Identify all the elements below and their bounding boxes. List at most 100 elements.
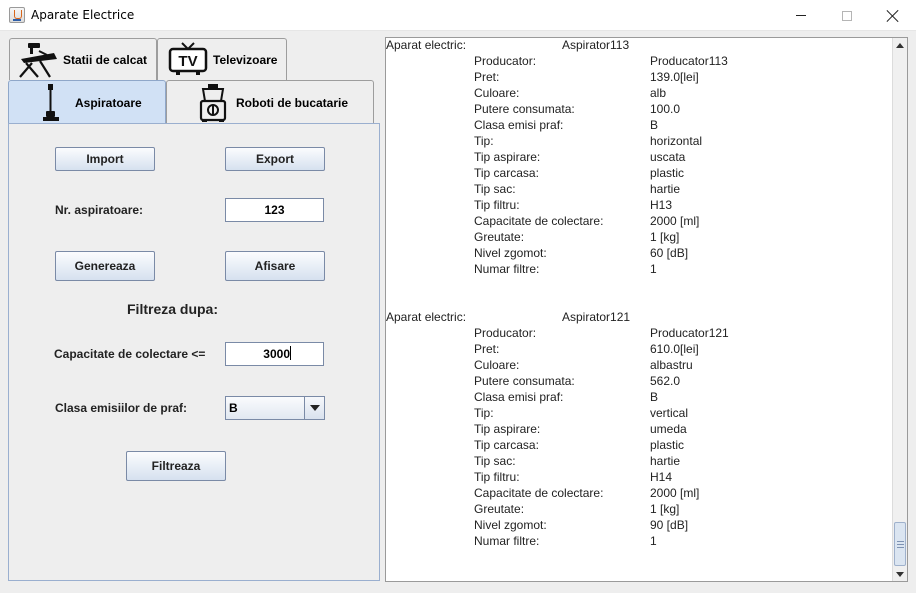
- field-key: Greutate:: [474, 502, 525, 516]
- capacity-label: Capacitate de colectare <=: [54, 347, 206, 361]
- field-key: Tip carcasa:: [474, 166, 539, 180]
- title-bar[interactable]: Aparate Electrice: [0, 0, 916, 31]
- field-value: B: [650, 390, 659, 404]
- field-value: Producator121: [650, 326, 729, 340]
- filter-heading: Filtreza dupa:: [127, 301, 219, 317]
- tab-label: Televizoare: [213, 52, 278, 67]
- grip-line: [897, 541, 904, 542]
- field-key: Capacitate de colectare:: [474, 214, 604, 228]
- field-value: alb: [650, 86, 667, 100]
- field-value: plastic: [650, 166, 685, 180]
- tab-televizoare[interactable]: TV Televizoare: [157, 38, 287, 80]
- record-name: Aspirator113: [562, 38, 630, 52]
- window-title: Aparate Electrice: [31, 8, 135, 22]
- minimize-icon: [796, 15, 806, 16]
- record-header-key: Aparat electric:: [386, 310, 467, 324]
- capacity-input[interactable]: 3000: [225, 342, 324, 366]
- field-value: 1: [650, 534, 657, 548]
- field-value: 90 [dB]: [650, 518, 689, 532]
- dust-class-select[interactable]: B: [225, 396, 325, 420]
- field-value: 562.0: [650, 374, 681, 388]
- close-button[interactable]: [870, 0, 916, 31]
- field-value: 2000 [ml]: [650, 486, 700, 500]
- generate-button[interactable]: Genereaza: [55, 251, 155, 281]
- field-value: 60 [dB]: [650, 246, 689, 260]
- vertical-scrollbar[interactable]: [892, 38, 907, 581]
- tv-icon-text: TV: [178, 53, 197, 70]
- dust-class-label: Clasa emisiilor de praf:: [55, 401, 188, 415]
- vacuum-icon: [43, 84, 59, 121]
- output-text-area[interactable]: Aparat electric: Aspirator113 Producator…: [385, 37, 908, 582]
- field-key: Culoare:: [474, 358, 520, 372]
- tv-icon: TV: [168, 42, 208, 75]
- field-key: Producator:: [474, 54, 537, 68]
- export-button[interactable]: Export: [225, 147, 325, 171]
- capacity-value: 3000: [263, 347, 290, 361]
- field-key: Tip aspirare:: [474, 150, 541, 164]
- scroll-down-arrow-icon[interactable]: [893, 567, 907, 581]
- field-value: H14: [650, 470, 673, 484]
- field-key: Nivel zgomot:: [474, 246, 547, 260]
- field-value: plastic: [650, 438, 685, 452]
- field-key: Tip aspirare:: [474, 422, 541, 436]
- field-key: Numar filtre:: [474, 262, 540, 276]
- tab-statii-de-calcat[interactable]: Statii de calcat: [9, 38, 157, 80]
- field-key: Tip sac:: [474, 182, 516, 196]
- tab-roboti-de-bucatarie[interactable]: Roboti de bucatarie: [166, 80, 374, 124]
- field-key: Clasa emisi praf:: [474, 118, 564, 132]
- record-name: Aspirator121: [562, 310, 631, 324]
- grip-line: [897, 544, 904, 545]
- field-key: Tip sac:: [474, 454, 516, 468]
- maximize-button[interactable]: [824, 0, 870, 31]
- import-button[interactable]: Import: [55, 147, 155, 171]
- minimize-button[interactable]: [778, 0, 824, 31]
- iron-icon: [19, 43, 57, 78]
- tab-label: Statii de calcat: [63, 52, 148, 67]
- text-caret: [290, 346, 291, 360]
- field-value: 1 [kg]: [650, 230, 680, 244]
- field-key: Tip:: [474, 134, 494, 148]
- maximize-icon: [842, 10, 852, 21]
- chevron-down-icon[interactable]: [304, 397, 324, 419]
- field-key: Greutate:: [474, 230, 525, 244]
- filter-button[interactable]: Filtreaza: [126, 451, 226, 481]
- field-value: uscata: [650, 150, 686, 164]
- count-input[interactable]: 123: [225, 198, 324, 222]
- grip-line: [897, 547, 904, 548]
- field-value: hartie: [650, 182, 681, 196]
- field-key: Tip filtru:: [474, 198, 520, 212]
- count-label: Nr. aspiratoare:: [55, 203, 144, 217]
- field-key: Tip filtru:: [474, 470, 520, 484]
- field-value: hartie: [650, 454, 681, 468]
- dust-class-selected: B: [229, 401, 238, 415]
- field-key: Nivel zgomot:: [474, 518, 547, 532]
- field-key: Pret:: [474, 70, 500, 84]
- display-button[interactable]: Afisare: [225, 251, 325, 281]
- field-value: umeda: [650, 422, 687, 436]
- field-key: Tip carcasa:: [474, 438, 539, 452]
- field-key: Pret:: [474, 342, 500, 356]
- field-value: Producator113: [650, 54, 728, 68]
- field-key: Putere consumata:: [474, 102, 575, 116]
- field-value: horizontal: [650, 134, 703, 148]
- field-value: 139.0[lei]: [650, 70, 699, 84]
- field-key: Tip:: [474, 406, 494, 420]
- scrollbar-thumb[interactable]: [894, 522, 906, 566]
- field-value: 610.0[lei]: [650, 342, 699, 356]
- java-cup-icon: [9, 7, 25, 23]
- field-value: 1 [kg]: [650, 502, 680, 516]
- food-processor-icon: [199, 84, 227, 122]
- record-header-key: Aparat electric:: [386, 38, 467, 52]
- field-key: Clasa emisi praf:: [474, 390, 564, 404]
- field-key: Putere consumata:: [474, 374, 575, 388]
- tab-label: Roboti de bucatarie: [236, 95, 349, 110]
- scroll-up-arrow-icon[interactable]: [893, 38, 907, 52]
- tab-aspiratoare[interactable]: Aspiratoare: [8, 80, 166, 124]
- close-icon: [887, 10, 899, 22]
- field-value: B: [650, 118, 659, 132]
- field-key: Culoare:: [474, 86, 520, 100]
- field-value: albastru: [650, 358, 693, 372]
- tab-label: Aspiratoare: [75, 95, 142, 110]
- field-value: H13: [650, 198, 673, 212]
- client-area: Statii de calcat TV Televizoare Aspirato…: [0, 31, 916, 593]
